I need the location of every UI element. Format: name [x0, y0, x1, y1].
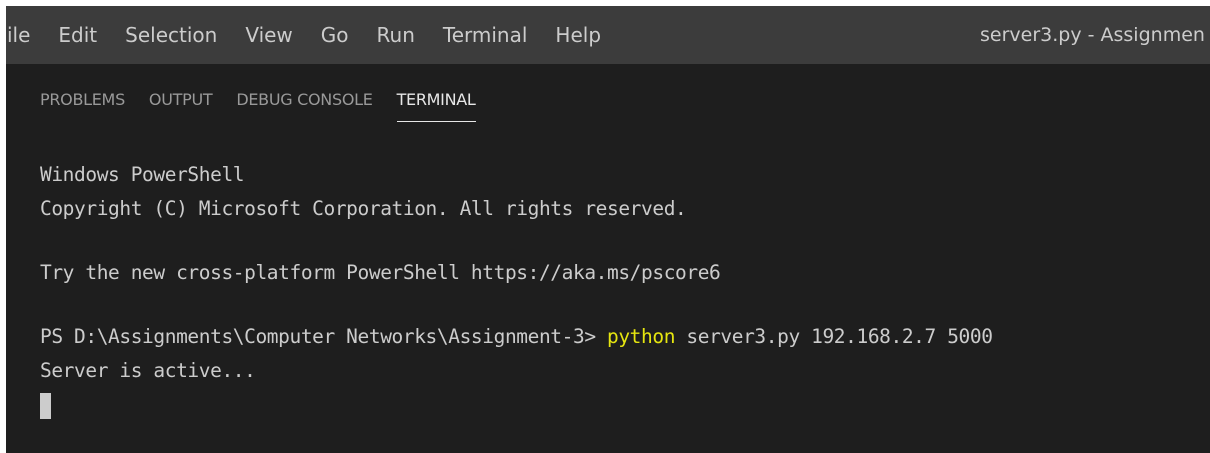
menu-edit[interactable]: Edit	[44, 6, 111, 64]
terminal-cursor[interactable]	[40, 392, 51, 419]
menu-items: ile Edit Selection View Go Run Terminal …	[6, 6, 615, 64]
tab-debug-console[interactable]: DEBUG CONSOLE	[236, 64, 373, 136]
menu-bar: ile Edit Selection View Go Run Terminal …	[6, 6, 1210, 64]
menu-run[interactable]: Run	[363, 6, 429, 64]
terminal-command-args: server3.py 192.168.2.7 5000	[675, 325, 993, 348]
terminal-output-line: Server is active...	[40, 359, 256, 382]
menu-selection[interactable]: Selection	[111, 6, 231, 64]
terminal-prompt: PS D:\Assignments\Computer Networks\Assi…	[40, 325, 607, 348]
panel-tabs: PROBLEMS OUTPUT DEBUG CONSOLE TERMINAL	[28, 64, 488, 136]
menu-terminal[interactable]: Terminal	[429, 6, 542, 64]
terminal-output[interactable]: Windows PowerShell Copyright (C) Microso…	[40, 158, 1190, 453]
terminal-line-header: Windows PowerShell	[40, 163, 245, 186]
window-title: server3.py - Assignmen	[980, 24, 1205, 46]
terminal-line-pscore-hint: Try the new cross-platform PowerShell ht…	[40, 261, 721, 284]
vscode-window: ile Edit Selection View Go Run Terminal …	[6, 6, 1210, 453]
tab-output[interactable]: OUTPUT	[149, 64, 213, 136]
menu-go[interactable]: Go	[307, 6, 363, 64]
terminal-command: python	[607, 325, 676, 348]
menu-help[interactable]: Help	[541, 6, 615, 64]
tab-terminal[interactable]: TERMINAL	[396, 64, 476, 136]
terminal-cursor-line	[40, 388, 1190, 422]
menu-view[interactable]: View	[231, 6, 306, 64]
tab-problems[interactable]: PROBLEMS	[40, 64, 125, 136]
menu-file[interactable]: ile	[6, 6, 44, 64]
terminal-line-copyright: Copyright (C) Microsoft Corporation. All…	[40, 197, 687, 220]
terminal-command-line: PS D:\Assignments\Computer Networks\Assi…	[40, 320, 1190, 354]
